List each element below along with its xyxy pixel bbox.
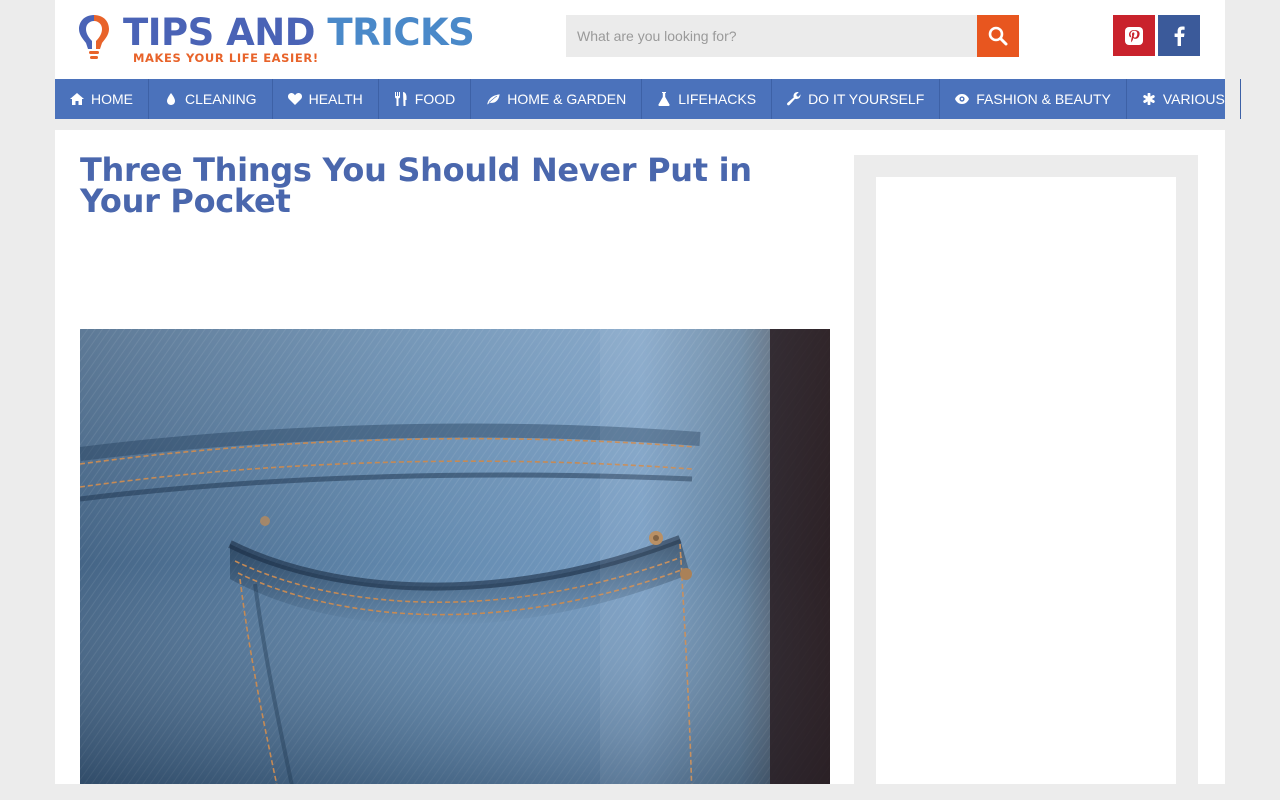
nav-item-food[interactable]: FOOD — [379, 79, 472, 119]
nav-item-home-garden[interactable]: HOME & GARDEN — [471, 79, 643, 119]
logo-tagline: MAKES YOUR LIFE EASIER! — [133, 51, 319, 65]
nav-item-label: FASHION & BEAUTY — [976, 91, 1111, 107]
search-button[interactable] — [977, 15, 1019, 57]
nav-item-label: HOME & GARDEN — [507, 91, 627, 107]
main-nav: HOME CLEANING HEALTH FOOD HOME & GARDEN … — [55, 79, 1241, 119]
drop-icon — [164, 92, 178, 106]
eye-icon — [955, 92, 970, 106]
nav-item-label: VARIOUS — [1162, 91, 1225, 107]
lightbulb-logo-icon — [79, 15, 109, 59]
site-header: TIPS AND TRICKS MAKES YOUR LIFE EASIER! — [55, 0, 1225, 79]
facebook-icon — [1174, 26, 1185, 46]
pinterest-icon — [1125, 26, 1143, 45]
nav-item-label: HOME — [91, 91, 133, 107]
nav-item-various[interactable]: VARIOUS — [1127, 79, 1241, 119]
asterisk-icon — [1142, 92, 1156, 106]
nav-item-label: LIFEHACKS — [678, 91, 757, 107]
facebook-button[interactable] — [1158, 15, 1200, 56]
nav-item-cleaning[interactable]: CLEANING — [149, 79, 273, 119]
page-bottom-edge — [0, 784, 1280, 800]
search-icon — [988, 26, 1008, 46]
main-content: Three Things You Should Never Put in You… — [55, 130, 1225, 800]
search-form — [566, 15, 1019, 57]
nav-item-label: FOOD — [414, 91, 456, 107]
pinterest-button[interactable] — [1113, 15, 1155, 56]
home-icon — [70, 92, 84, 106]
site-logo[interactable]: TIPS AND TRICKS MAKES YOUR LIFE EASIER! — [78, 13, 478, 67]
nav-item-label: CLEANING — [185, 91, 257, 107]
logo-title: TIPS AND TRICKS — [123, 11, 475, 54]
search-input[interactable] — [566, 15, 977, 57]
flask-icon — [657, 92, 671, 106]
page: TIPS AND TRICKS MAKES YOUR LIFE EASIER! — [55, 0, 1241, 800]
sidebar-ad-slot — [876, 177, 1176, 800]
nav-item-fashion-beauty[interactable]: FASHION & BEAUTY — [940, 79, 1127, 119]
nav-item-label: HEALTH — [308, 91, 363, 107]
jeans-pocket-photo — [80, 329, 830, 800]
wrench-icon — [787, 92, 801, 106]
nav-item-health[interactable]: HEALTH — [273, 79, 379, 119]
sidebar — [854, 155, 1198, 800]
nav-item-do-it-yourself[interactable]: DO IT YOURSELF — [772, 79, 941, 119]
nav-item-home[interactable]: HOME — [55, 79, 149, 119]
hero-image — [80, 329, 830, 800]
heart-icon — [287, 92, 302, 106]
leaf-icon — [486, 92, 501, 106]
nav-item-lifehacks[interactable]: LIFEHACKS — [642, 79, 773, 119]
cutlery-icon — [394, 92, 408, 106]
nav-item-label: DO IT YOURSELF — [808, 91, 925, 107]
article-title: Three Things You Should Never Put in You… — [80, 151, 752, 220]
